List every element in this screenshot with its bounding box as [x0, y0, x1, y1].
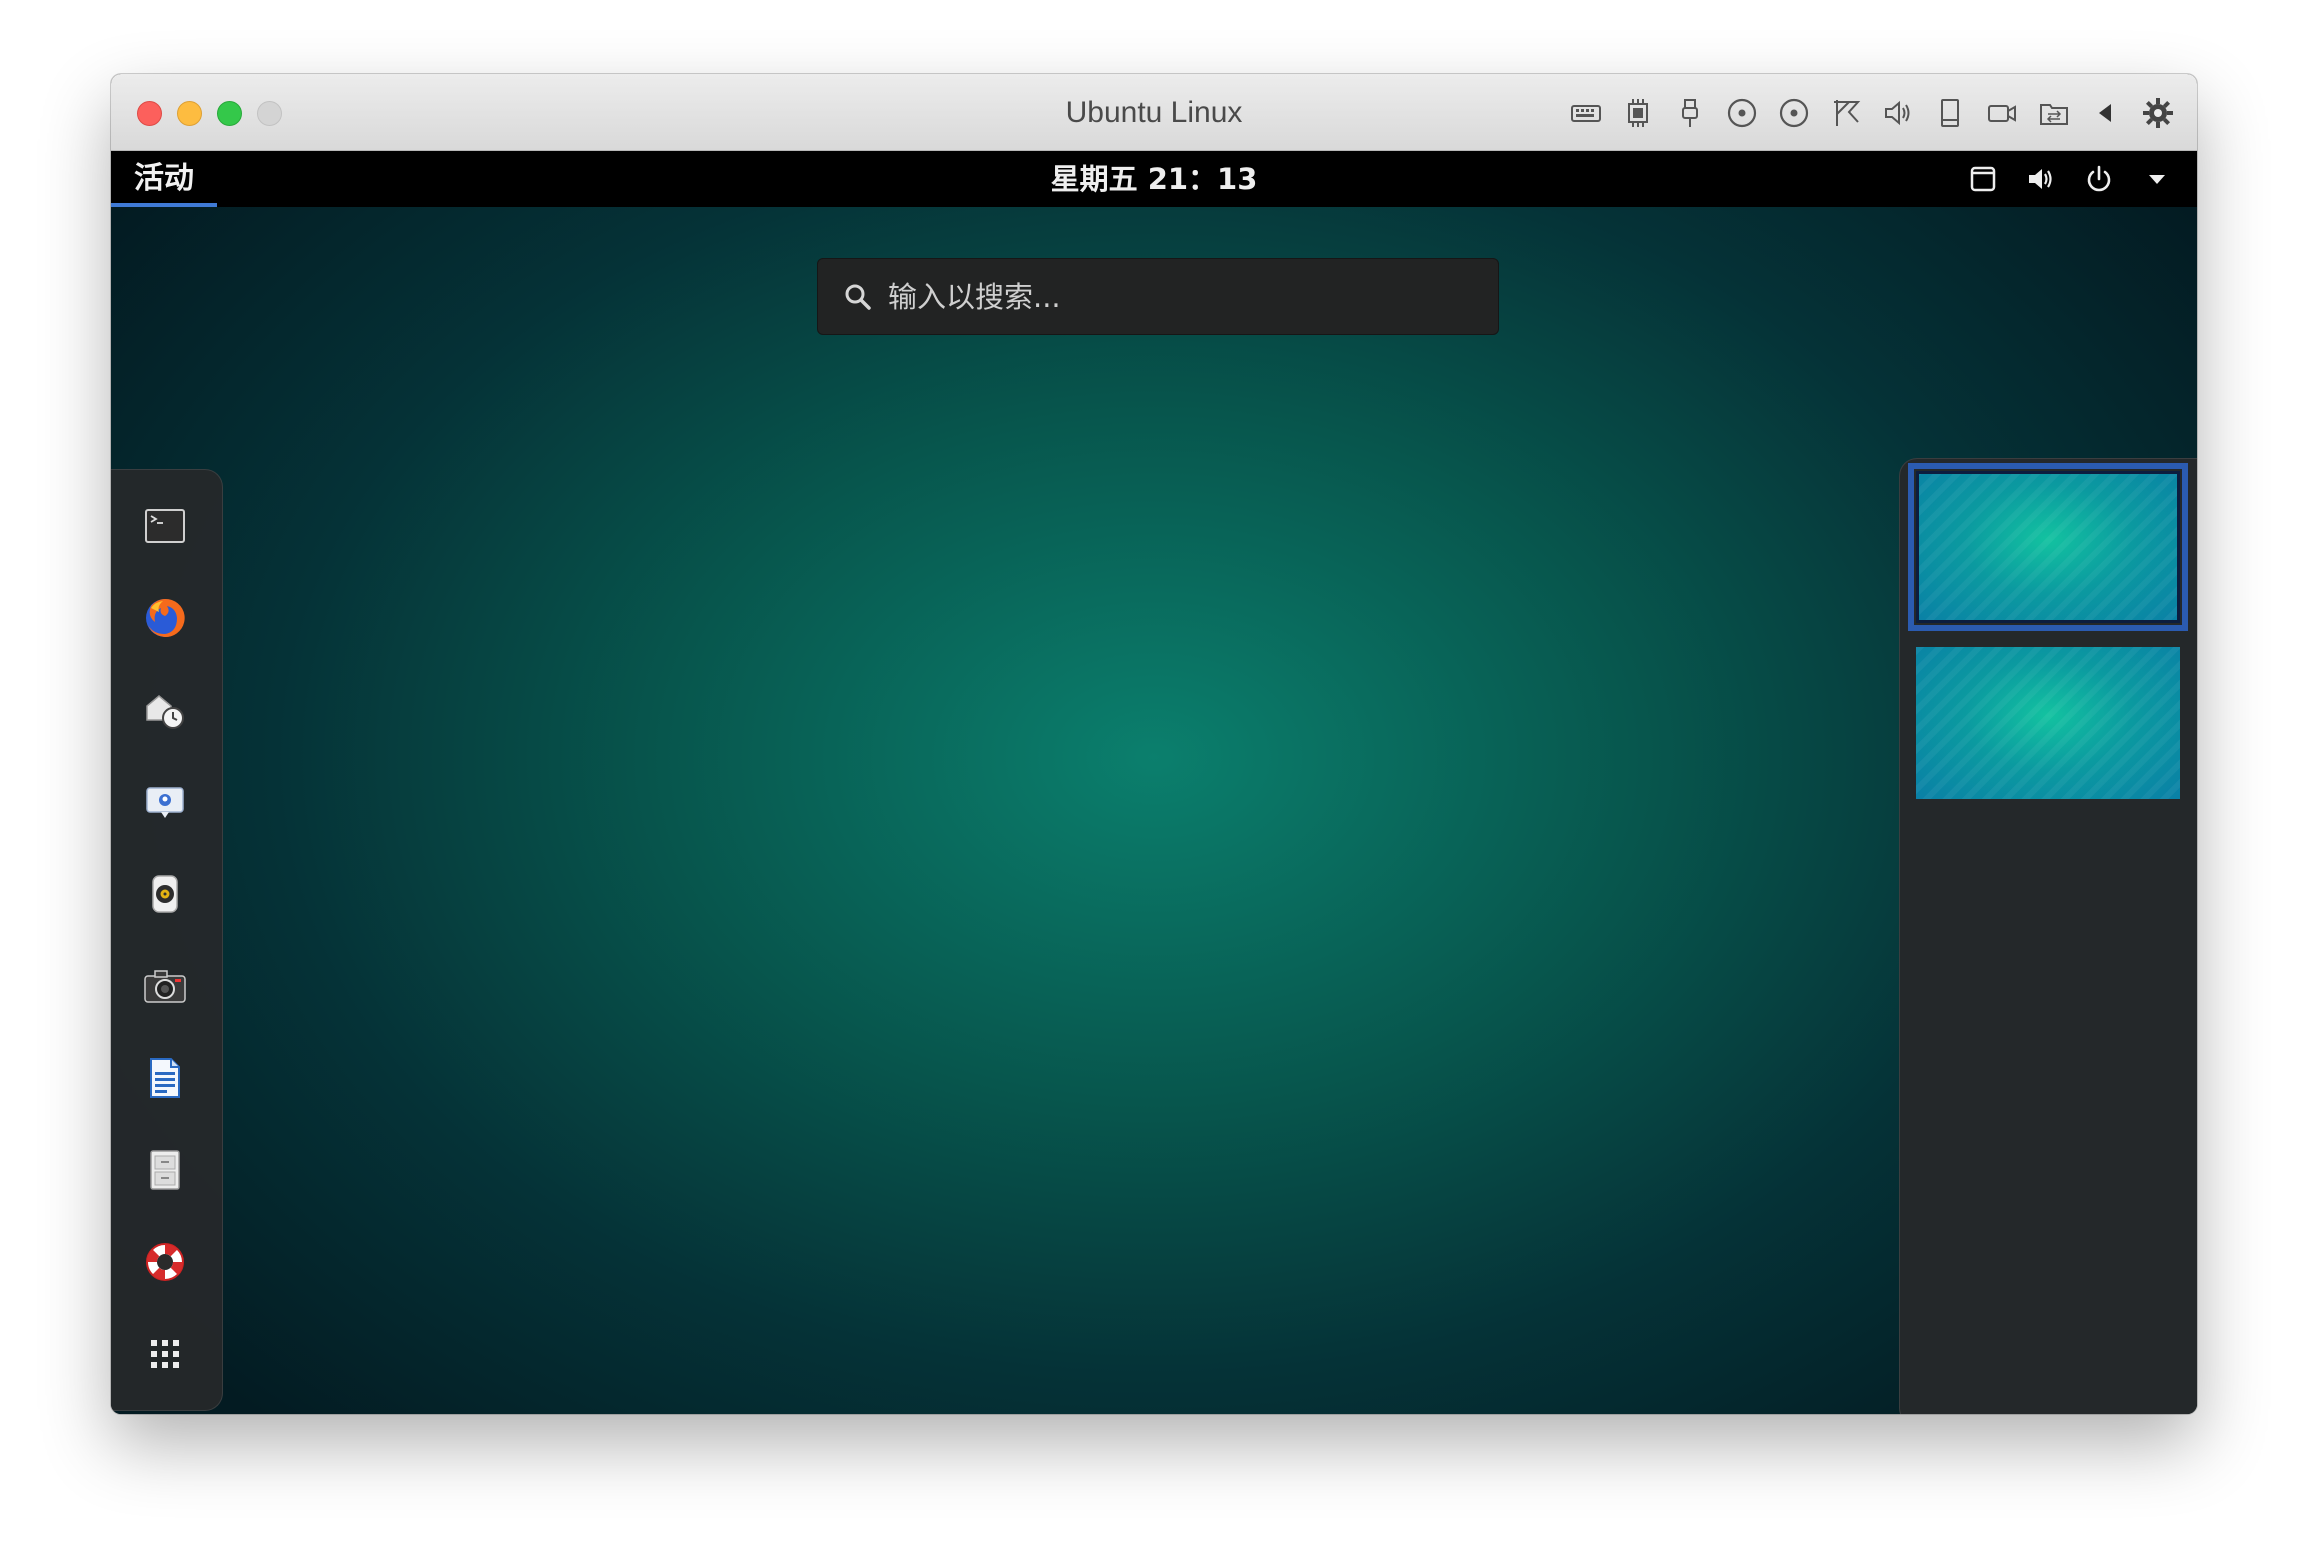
dash-item-writer[interactable] — [125, 1038, 205, 1118]
clock-label[interactable]: 星期五 21：13 — [1051, 162, 1258, 196]
dash-item-cheese[interactable] — [125, 946, 205, 1026]
cpu-icon[interactable] — [1619, 94, 1657, 132]
empathy-chat-icon — [146, 787, 184, 818]
vm-toolbar — [1567, 92, 2177, 134]
settings-gear-icon[interactable] — [2139, 94, 2177, 132]
dash-item-help[interactable] — [125, 1222, 205, 1302]
dash-item-files[interactable] — [125, 1130, 205, 1210]
vm-window: Ubuntu Linux 活动 星期五 21：13 输入以搜索... — [111, 74, 2197, 1414]
search-icon — [845, 284, 871, 310]
storage-icon[interactable] — [1931, 94, 1969, 132]
activities-button[interactable]: 活动 — [111, 151, 217, 207]
libreoffice-writer-icon — [150, 1058, 180, 1098]
search-input[interactable] — [888, 279, 1498, 314]
disc-2-icon[interactable] — [1775, 94, 1813, 132]
keyboard-icon[interactable] — [1567, 94, 1605, 132]
dash-item-empathy[interactable] — [125, 762, 205, 842]
dash — [111, 469, 223, 1411]
sound-icon[interactable] — [1879, 94, 1917, 132]
screen-icon[interactable] — [1965, 161, 2001, 197]
backups-icon — [146, 695, 184, 729]
firefox-icon — [146, 598, 185, 637]
status-area[interactable] — [1965, 151, 2175, 207]
menu-arrow-icon[interactable] — [2139, 161, 2175, 197]
terminal-icon — [145, 509, 185, 543]
dash-item-firefox[interactable] — [125, 578, 205, 658]
dash-item-backups[interactable] — [125, 670, 205, 750]
power-icon[interactable] — [2081, 161, 2117, 197]
help-lifebuoy-icon — [146, 1243, 184, 1281]
gnome-topbar: 活动 星期五 21：13 — [111, 151, 2197, 207]
workspace-2-thumbnail[interactable] — [1916, 647, 2180, 799]
back-arrow-icon[interactable] — [2087, 94, 2125, 132]
show-applications-icon — [151, 1340, 179, 1368]
network-icon[interactable] — [1827, 94, 1865, 132]
window-titlebar[interactable]: Ubuntu Linux — [111, 74, 2197, 151]
disc-icon[interactable] — [1723, 94, 1761, 132]
workspace-switcher — [1899, 458, 2197, 1414]
file-cabinet-icon — [150, 1150, 180, 1190]
camera-icon[interactable] — [1983, 94, 2021, 132]
clock: 星期五 21：13 — [111, 151, 2197, 207]
cheese-camera-icon — [144, 970, 186, 1003]
dash-item-rhythmbox[interactable] — [125, 854, 205, 934]
dash-item-show-apps[interactable] — [125, 1314, 205, 1394]
rhythmbox-icon — [152, 875, 178, 913]
dash-item-terminal[interactable] — [125, 486, 205, 566]
shared-folder-icon[interactable] — [2035, 94, 2073, 132]
ubuntu-desktop: 活动 星期五 21：13 — [111, 151, 2197, 1414]
workspace-1-thumbnail[interactable] — [1908, 463, 2188, 631]
volume-icon[interactable] — [2023, 161, 2059, 197]
search-box[interactable] — [817, 258, 1499, 335]
usb-icon[interactable] — [1671, 94, 1709, 132]
